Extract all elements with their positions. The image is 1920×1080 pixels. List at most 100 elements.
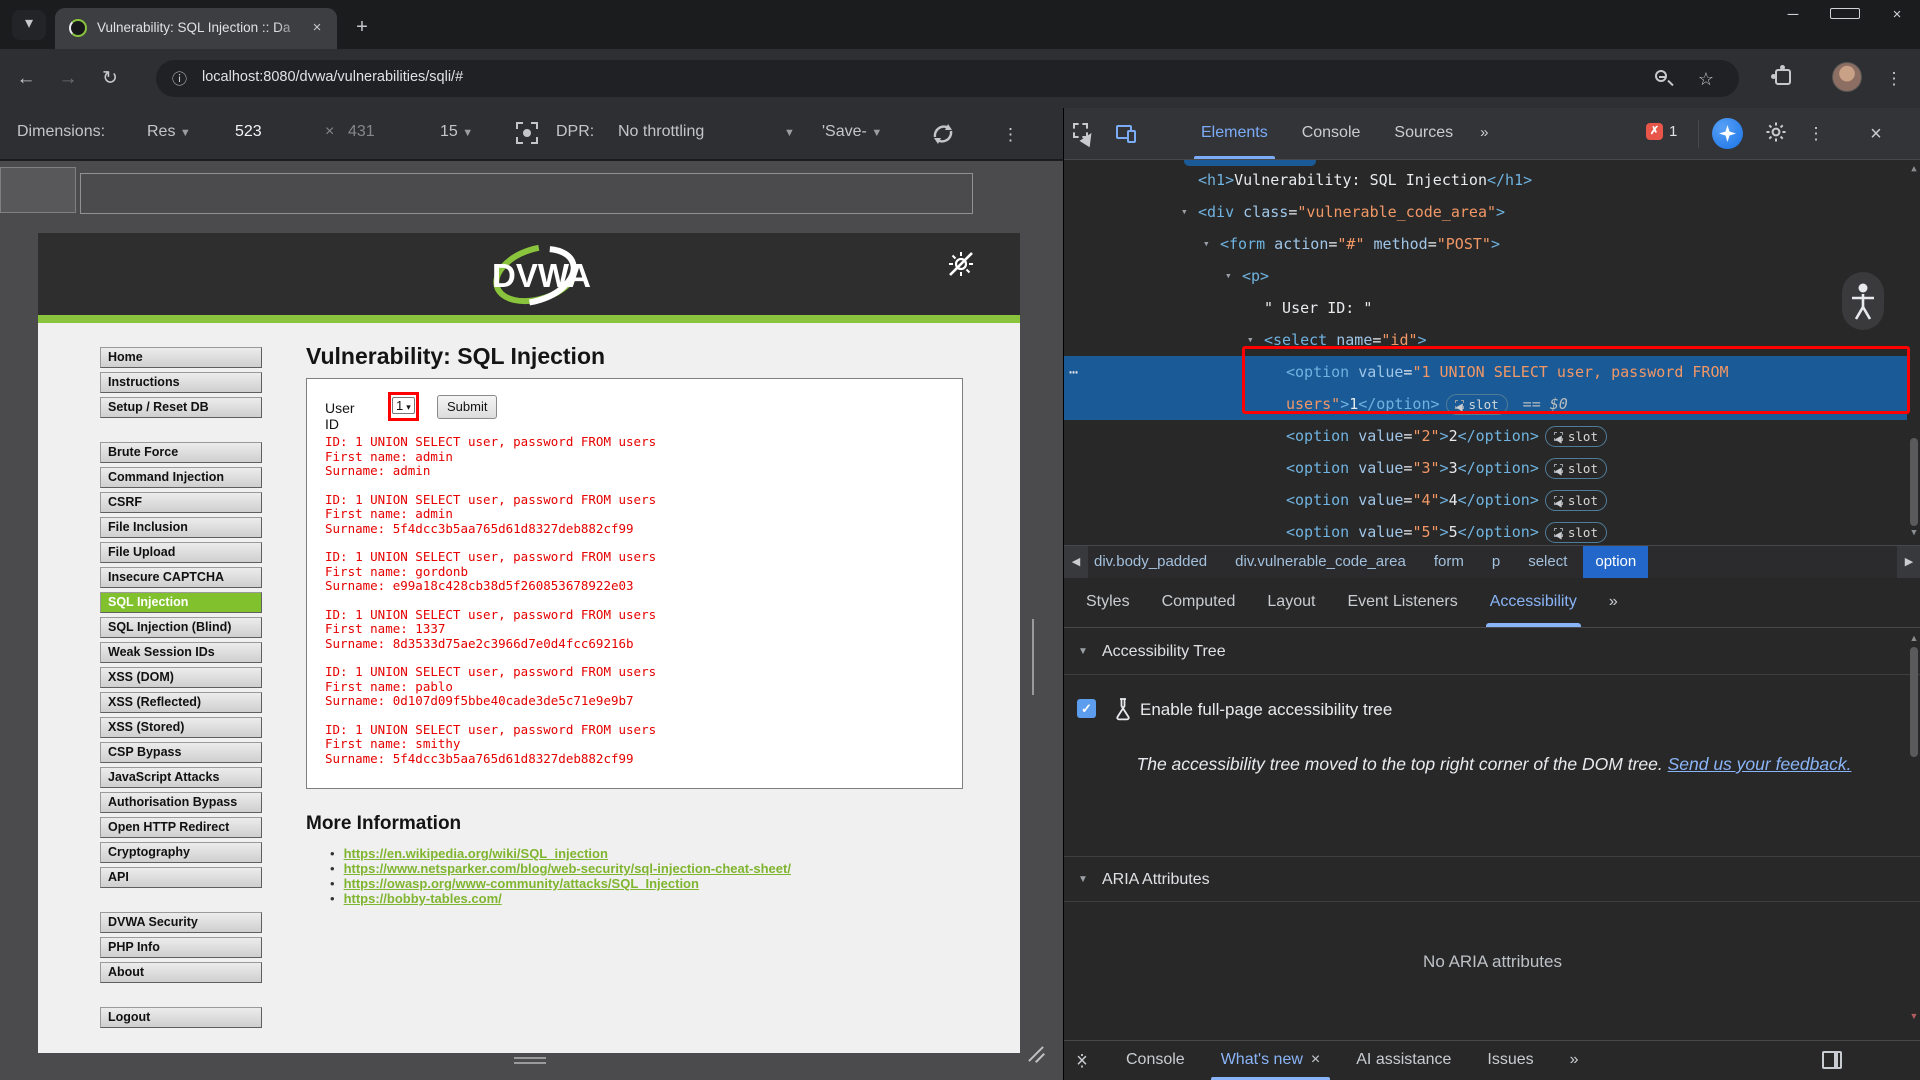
device-mode-icon[interactable] — [1116, 122, 1140, 146]
dom-node[interactable]: ▾<div class="vulnerable_code_area"> — [1064, 196, 1907, 228]
external-link[interactable]: https://owasp.org/www-community/attacks/… — [344, 876, 699, 891]
expand-arrow-icon[interactable]: ▾ — [1203, 228, 1210, 260]
settings-gear-icon[interactable] — [1764, 120, 1790, 146]
devtools-close-icon[interactable]: × — [1864, 122, 1888, 146]
throttling-caret[interactable]: ▼ — [784, 123, 795, 141]
feedback-link[interactable]: Send us your feedback. — [1668, 754, 1852, 774]
sidebar-item-xss-reflected[interactable]: XSS (Reflected) — [100, 692, 262, 713]
drawer-tab-close-icon[interactable]: × — [1311, 1051, 1320, 1068]
dom-node[interactable]: <option value="2">2</option>slot — [1064, 420, 1907, 452]
dom-node[interactable]: <option value="4">4</option>slot — [1064, 484, 1907, 516]
breadcrumb-left-icon[interactable]: ◀ — [1064, 546, 1088, 578]
drawer-tab-issues[interactable]: Issues — [1469, 1041, 1551, 1080]
sidebar-item-xss-dom[interactable]: XSS (DOM) — [100, 667, 262, 688]
drawer-tab-console[interactable]: Console — [1108, 1041, 1203, 1080]
sidebar-item-sql-injection-blind[interactable]: SQL Injection (Blind) — [100, 617, 262, 638]
sidebar-item-csp-bypass[interactable]: CSP Bypass — [100, 742, 262, 763]
fullpage-tree-label[interactable]: Enable full-page accessibility tree — [1140, 700, 1392, 720]
sidebar-item-open-http-redirect[interactable]: Open HTTP Redirect — [100, 817, 262, 838]
save-select[interactable]: 'Save- ▼ — [822, 123, 882, 141]
external-link[interactable]: https://www.netsparker.com/blog/web-secu… — [344, 861, 791, 876]
sidebar-item-setup-reset-db[interactable]: Setup / Reset DB — [100, 397, 262, 418]
slot-badge[interactable]: slot — [1545, 458, 1607, 479]
more-panel-tabs-icon[interactable]: » — [1593, 578, 1632, 627]
browser-menu-icon[interactable]: ⋮ — [1878, 63, 1910, 95]
devtools-tab-elements[interactable]: Elements — [1184, 108, 1285, 159]
breadcrumb-item-div-vulnerable-code-area[interactable]: div.vulnerable_code_area — [1235, 546, 1406, 578]
capture-settings-icon[interactable] — [516, 122, 538, 144]
panel-tab-accessibility[interactable]: Accessibility — [1474, 578, 1593, 627]
maximize-button[interactable] — [1830, 6, 1860, 23]
dom-node[interactable]: <h1>Vulnerability: SQL Injection</h1> — [1064, 164, 1907, 196]
sidebar-item-file-inclusion[interactable]: File Inclusion — [100, 517, 262, 538]
dock-panel-icon[interactable] — [1822, 1051, 1842, 1069]
sidebar-item-instructions[interactable]: Instructions — [100, 372, 262, 393]
sidebar-item-dvwa-security[interactable]: DVWA Security — [100, 912, 262, 933]
sidebar-item-javascript-attacks[interactable]: JavaScript Attacks — [100, 767, 262, 788]
panel-tab-computed[interactable]: Computed — [1146, 578, 1252, 627]
section-accessibility-tree[interactable]: ▼ Accessibility Tree — [1064, 629, 1920, 675]
close-button[interactable]: × — [1882, 6, 1912, 23]
breadcrumb-right-icon[interactable]: ▶ — [1897, 546, 1920, 578]
external-link[interactable]: https://en.wikipedia.org/wiki/SQL_inject… — [344, 846, 608, 861]
media-query-bar[interactable] — [80, 173, 973, 214]
breadcrumb-item-select[interactable]: select — [1528, 546, 1567, 578]
viewport-resize-icon[interactable] — [1024, 1037, 1050, 1063]
slot-badge[interactable]: slot — [1545, 426, 1607, 447]
sidebar-item-insecure-captcha[interactable]: Insecure CAPTCHA — [100, 567, 262, 588]
breadcrumb-item-form[interactable]: form — [1434, 546, 1464, 578]
slot-badge[interactable]: slot — [1545, 490, 1607, 511]
sidebar-item-about[interactable]: About — [100, 962, 262, 983]
dom-node[interactable]: ▾<form action="#" method="POST"> — [1064, 228, 1907, 260]
panel-tab-styles[interactable]: Styles — [1070, 578, 1146, 627]
fullpage-tree-checkbox[interactable]: ✓ — [1077, 699, 1096, 718]
sidebar-item-php-info[interactable]: PHP Info — [100, 937, 262, 958]
inspect-element-icon[interactable] — [1072, 122, 1096, 146]
dom-node[interactable]: <option value="5">5</option>slot — [1064, 516, 1907, 545]
accessibility-overlay-button[interactable] — [1842, 272, 1884, 330]
bookmark-star-icon[interactable]: ☆ — [1695, 68, 1717, 90]
new-tab-button[interactable]: + — [348, 14, 376, 42]
ai-assistant-icon[interactable] — [1712, 118, 1743, 149]
panel-tab-layout[interactable]: Layout — [1251, 578, 1331, 627]
tab-search-chevron-icon[interactable]: ▾ — [12, 10, 46, 40]
reload-button[interactable]: ↻ — [94, 63, 126, 95]
user-id-select[interactable]: 1▾ — [392, 397, 415, 414]
devtools-tab-console[interactable]: Console — [1285, 108, 1378, 159]
url-text[interactable]: localhost:8080/dvwa/vulnerabilities/sqli… — [202, 69, 463, 85]
site-info-icon[interactable]: ⓘ — [172, 68, 187, 89]
dom-node[interactable]: " User ID: " — [1064, 292, 1907, 324]
viewport-height-grip[interactable] — [514, 1057, 546, 1066]
breadcrumb-item-div-body-padded[interactable]: div.body_padded — [1094, 546, 1207, 578]
zoom-select[interactable]: 15 ▼ — [440, 123, 473, 141]
zoom-level-icon[interactable] — [1653, 68, 1675, 90]
browser-tab[interactable]: Vulnerability: SQL Injection :: Da × — [55, 8, 337, 49]
external-link[interactable]: https://bobby-tables.com/ — [344, 891, 502, 906]
profile-avatar[interactable] — [1832, 62, 1862, 92]
sidebar-item-weak-session-ids[interactable]: Weak Session IDs — [100, 642, 262, 663]
sidebar-item-xss-stored[interactable]: XSS (Stored) — [100, 717, 262, 738]
sidebar-item-sql-injection[interactable]: SQL Injection — [100, 592, 262, 613]
drawer-tab-ai-assistance[interactable]: AI assistance — [1338, 1041, 1469, 1080]
throttling-select[interactable]: No throttling — [618, 123, 704, 141]
forward-button[interactable]: → — [52, 63, 84, 95]
accessibility-scrollbar[interactable]: ▲ ▼ — [1907, 629, 1920, 1040]
extensions-icon[interactable] — [1772, 66, 1794, 88]
viewport-height-input[interactable]: 431 — [348, 123, 375, 141]
drawer-close-icon[interactable]: × — [1072, 1049, 1092, 1073]
sidebar-item-command-injection[interactable]: Command Injection — [100, 467, 262, 488]
sidebar-item-logout[interactable]: Logout — [100, 1007, 262, 1028]
viewport-width-input[interactable]: 523 — [235, 123, 262, 141]
sidebar-item-brute-force[interactable]: Brute Force — [100, 442, 262, 463]
sidebar-item-api[interactable]: API — [100, 867, 262, 888]
drawer-tab-what-s-new[interactable]: What's new× — [1203, 1041, 1339, 1080]
dom-node[interactable]: ▾<p> — [1064, 260, 1907, 292]
expand-arrow-icon[interactable]: ▾ — [1181, 196, 1188, 228]
devtools-menu-icon[interactable]: ⋮ — [1804, 122, 1828, 146]
address-bar[interactable]: ⓘ localhost:8080/dvwa/vulnerabilities/sq… — [156, 60, 1739, 97]
sidebar-item-authorisation-bypass[interactable]: Authorisation Bypass — [100, 792, 262, 813]
dimensions-preset-select[interactable]: Res ▼ — [147, 123, 191, 141]
submit-button[interactable]: Submit — [437, 395, 497, 419]
more-drawer-tabs-icon[interactable]: » — [1552, 1041, 1595, 1080]
section-aria-attributes[interactable]: ▼ ARIA Attributes — [1064, 856, 1920, 902]
